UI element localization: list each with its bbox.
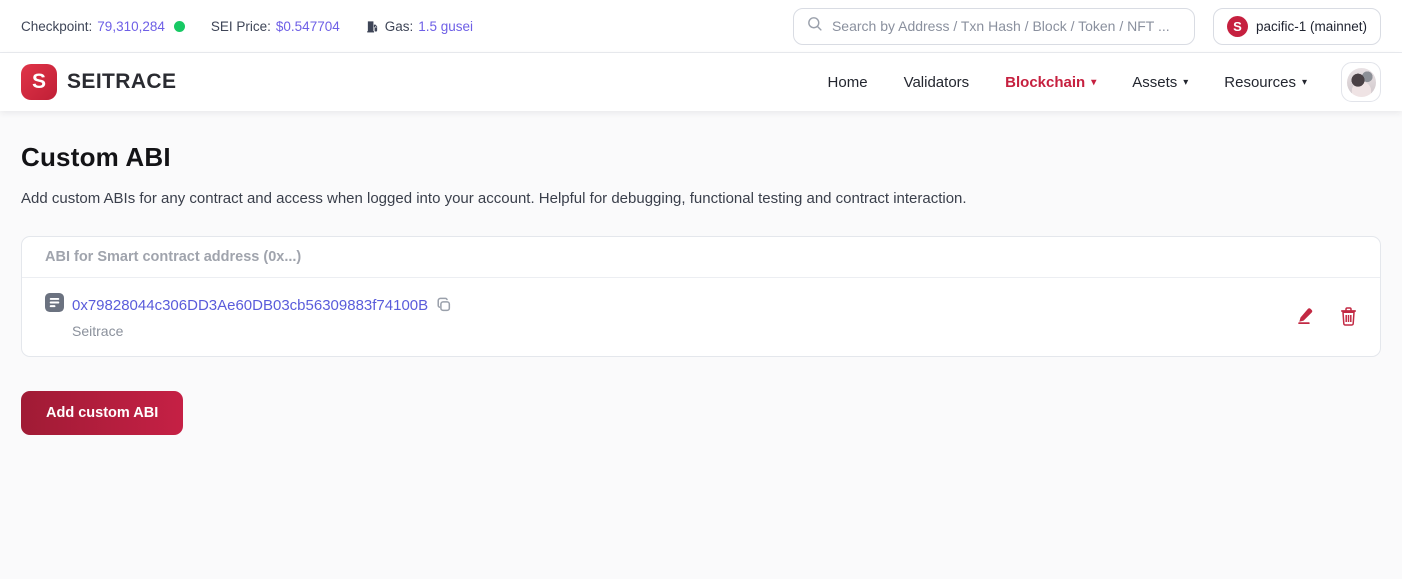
address-line: 0x79828044c306DD3Ae60DB03cb56309883f7410… <box>45 293 452 317</box>
status-dot <box>174 21 185 32</box>
main-content: Custom ABI Add custom ABIs for any contr… <box>0 142 1402 435</box>
brand-logo-link[interactable]: S SEITRACE <box>21 64 176 100</box>
chevron-down-icon: ▾ <box>1091 78 1096 88</box>
nav-item-validators[interactable]: Validators <box>904 74 970 91</box>
nav-item-home[interactable]: Home <box>828 74 868 91</box>
edit-abi-icon[interactable] <box>1296 307 1314 325</box>
profile-menu-button[interactable] <box>1341 62 1381 102</box>
nav-item-resources[interactable]: Resources ▾ <box>1224 74 1307 91</box>
checkpoint-label: Checkpoint: <box>21 19 92 34</box>
checkpoint-stat: Checkpoint: 79,310,284 <box>21 19 185 34</box>
gas-value[interactable]: 1.5 gusei <box>418 19 473 34</box>
seitrace-network-icon: S <box>1227 16 1248 37</box>
nav-label-home: Home <box>828 74 868 91</box>
network-stats: Checkpoint: 79,310,284 SEI Price: $0.547… <box>21 19 473 34</box>
nav-label-assets: Assets <box>1132 74 1177 91</box>
row-actions <box>1296 307 1357 326</box>
page-title: Custom ABI <box>21 142 1381 173</box>
custom-abi-table: ABI for Smart contract address (0x...) 0… <box>21 236 1381 357</box>
nav-label-validators: Validators <box>904 74 970 91</box>
contract-address-link[interactable]: 0x79828044c306DD3Ae60DB03cb56309883f7410… <box>72 297 428 314</box>
abi-entry: 0x79828044c306DD3Ae60DB03cb56309883f7410… <box>45 293 452 339</box>
sei-price-label: SEI Price: <box>211 19 271 34</box>
chevron-down-icon: ▾ <box>1183 78 1188 88</box>
table-column-header: ABI for Smart contract address (0x...) <box>22 237 1380 278</box>
copy-address-icon[interactable] <box>436 297 452 313</box>
delete-abi-icon[interactable] <box>1340 307 1357 326</box>
top-stats-bar: Checkpoint: 79,310,284 SEI Price: $0.547… <box>0 0 1402 53</box>
search-input[interactable] <box>832 18 1182 34</box>
abi-name: Seitrace <box>72 323 452 339</box>
gas-stat: Gas: 1.5 gusei <box>366 19 473 34</box>
checkpoint-value[interactable]: 79,310,284 <box>97 19 165 34</box>
sei-price-value[interactable]: $0.547704 <box>276 19 340 34</box>
add-custom-abi-button[interactable]: Add custom ABI <box>21 391 183 435</box>
gas-label: Gas: <box>385 19 414 34</box>
nav-item-assets[interactable]: Assets ▾ <box>1132 74 1188 91</box>
sei-price-stat: SEI Price: $0.547704 <box>211 19 340 34</box>
topbar-right: S pacific-1 (mainnet) <box>793 8 1381 45</box>
nav-item-blockchain[interactable]: Blockchain ▾ <box>1005 74 1096 91</box>
seitrace-logo-icon: S <box>21 64 57 100</box>
page-description: Add custom ABIs for any contract and acc… <box>21 190 1381 207</box>
search-box[interactable] <box>793 8 1195 45</box>
network-label: pacific-1 (mainnet) <box>1256 19 1367 34</box>
table-row: 0x79828044c306DD3Ae60DB03cb56309883f7410… <box>22 278 1380 356</box>
search-icon <box>806 15 823 37</box>
main-header: S SEITRACE Home Validators Blockchain ▾ … <box>0 53 1402 111</box>
brand-name: SEITRACE <box>67 70 176 94</box>
chevron-down-icon: ▾ <box>1302 78 1307 88</box>
nav-label-resources: Resources <box>1224 74 1296 91</box>
contract-icon <box>45 293 64 317</box>
gas-pump-icon <box>366 20 379 33</box>
network-selector-button[interactable]: S pacific-1 (mainnet) <box>1213 8 1381 45</box>
avatar <box>1347 68 1376 97</box>
main-nav: Home Validators Blockchain ▾ Assets ▾ Re… <box>828 74 1307 91</box>
nav-label-blockchain: Blockchain <box>1005 74 1085 91</box>
